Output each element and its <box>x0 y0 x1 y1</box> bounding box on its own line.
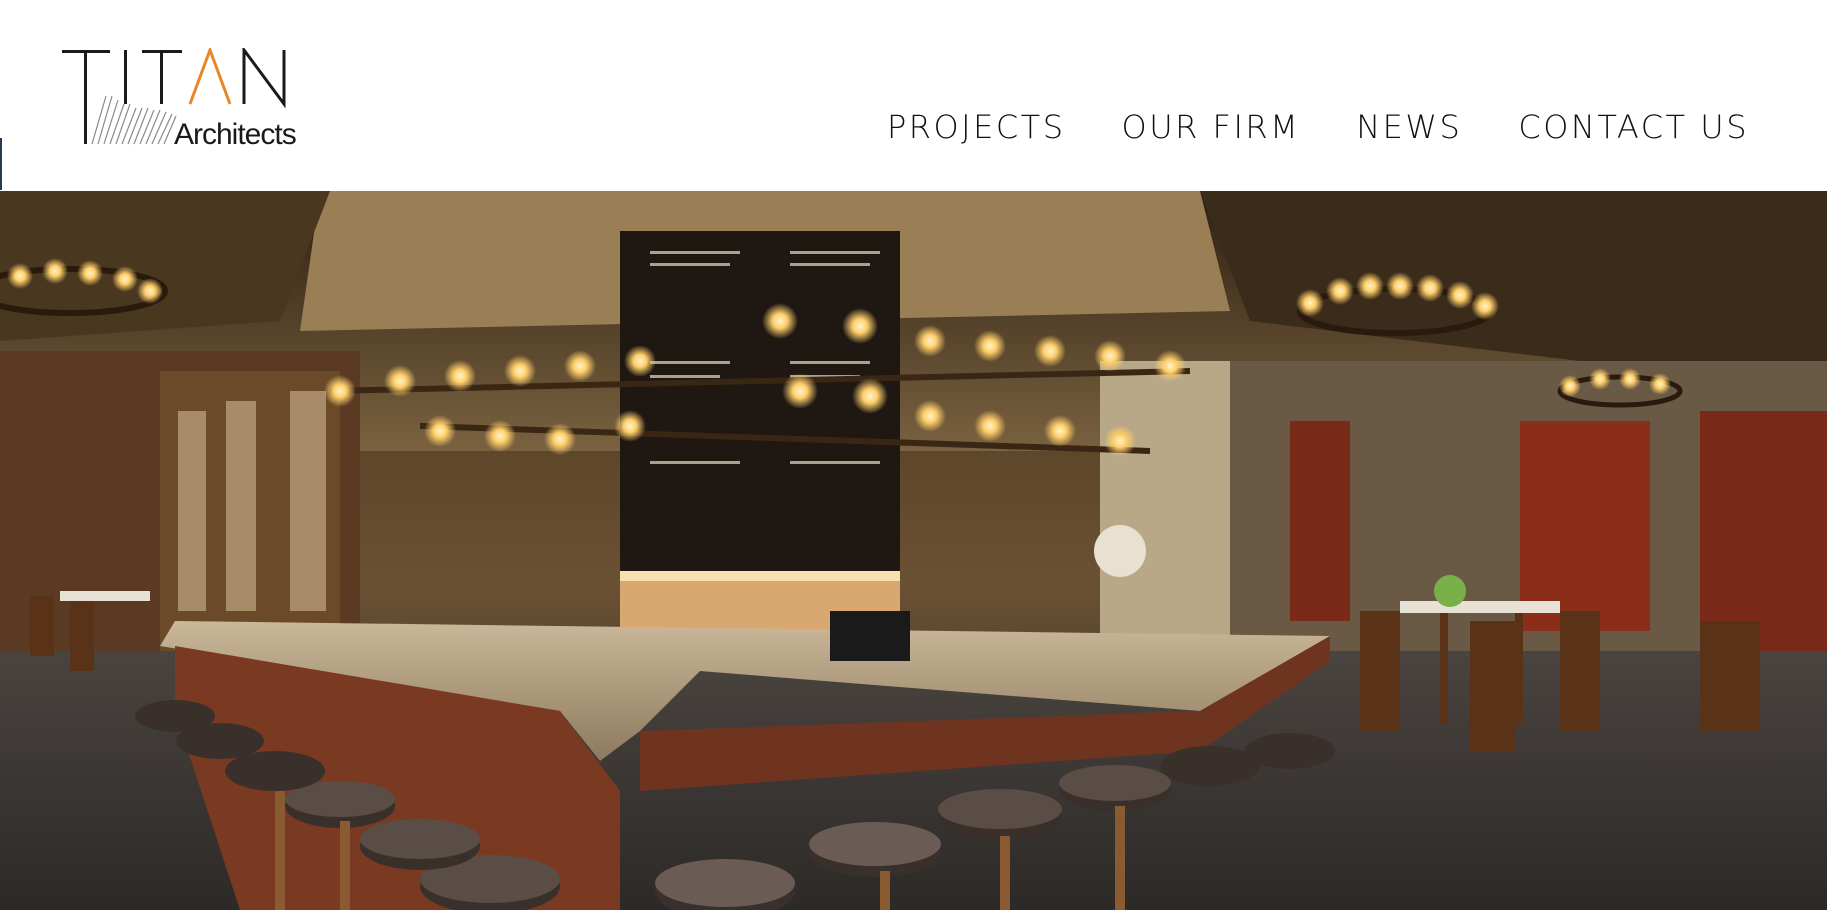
main-nav: PROJECTS OUR FIRM NEWS CONTACT US <box>887 108 1749 146</box>
logo-subtitle: Architects <box>174 118 297 151</box>
restaurant-bar-interior-photo <box>0 191 1827 910</box>
nav-projects[interactable]: PROJECTS <box>887 108 1066 146</box>
site-header: Architects PROJECTS OUR FIRM NEWS CONTAC… <box>0 0 1827 191</box>
nav-our-firm[interactable]: OUR FIRM <box>1122 108 1301 146</box>
nav-contact-us[interactable]: CONTACT US <box>1518 108 1749 146</box>
hero-image <box>0 191 1827 910</box>
edge-accent <box>0 138 2 190</box>
nav-news[interactable]: NEWS <box>1356 108 1462 146</box>
titan-architects-logo[interactable]: Architects <box>62 48 312 158</box>
